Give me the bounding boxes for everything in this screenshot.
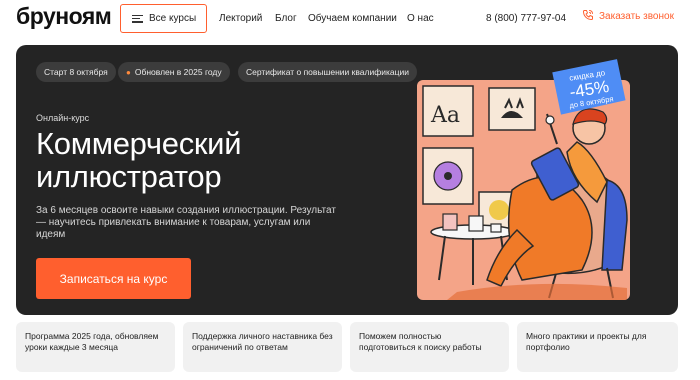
course-kicker: Онлайн-курс bbox=[36, 113, 90, 123]
enroll-button[interactable]: Записаться на курс bbox=[36, 258, 191, 299]
nav-about[interactable]: О нас bbox=[407, 13, 434, 24]
all-courses-button[interactable]: Все курсы bbox=[120, 4, 207, 33]
frame-cat bbox=[488, 87, 536, 131]
svg-text:Aa: Aa bbox=[430, 103, 460, 128]
menu-icon bbox=[132, 14, 143, 23]
discount-badge: скидка до -45% до 8 октября bbox=[549, 58, 627, 116]
nav-blog[interactable]: Блог bbox=[275, 13, 297, 24]
feature-card-program: Программа 2025 года, обновляем уроки каж… bbox=[16, 322, 175, 372]
page-title: Коммерческий иллюстратор bbox=[36, 126, 242, 194]
feature-text: Много практики и проекты для портфолио bbox=[526, 331, 647, 352]
chip-certificate-label: Сертификат о повышении квалификации bbox=[246, 67, 409, 77]
frame-letters: Aa bbox=[422, 85, 474, 137]
chip-start-date: Старт 8 октября bbox=[36, 62, 116, 82]
logo[interactable]: бруноям bbox=[16, 3, 112, 30]
hero-banner: Старт 8 октября ● Обновлен в 2025 году С… bbox=[16, 45, 678, 315]
phone-icon bbox=[582, 9, 594, 24]
feature-card-mentor: Поддержка личного наставника без огранич… bbox=[183, 322, 342, 372]
all-courses-label: Все курсы bbox=[149, 13, 197, 24]
chip-updated: ● Обновлен в 2025 году bbox=[118, 62, 230, 82]
callback-label: Заказать звонок bbox=[599, 11, 674, 22]
callback-button[interactable]: Заказать звонок bbox=[582, 9, 674, 24]
feature-text: Поможем полностью подготовиться к поиску… bbox=[359, 331, 482, 352]
site-header: бруноям Все курсы Лекторий Блог Обучаем … bbox=[0, 0, 700, 38]
chip-start-label: Старт 8 октября bbox=[44, 67, 108, 77]
phone-number[interactable]: 8 (800) 777-97-04 bbox=[486, 13, 566, 24]
nav-lectorium[interactable]: Лекторий bbox=[219, 13, 262, 24]
nav-corporate[interactable]: Обучаем компании bbox=[308, 13, 397, 24]
fire-icon: ● bbox=[126, 67, 131, 77]
chip-updated-label: Обновлен в 2025 году bbox=[134, 67, 222, 77]
course-description: За 6 месяцев освоите навыки создания илл… bbox=[36, 205, 336, 240]
feature-card-practice: Много практики и проекты для портфолио bbox=[517, 322, 678, 372]
frame-flower bbox=[422, 147, 474, 205]
chip-certificate: Сертификат о повышении квалификации bbox=[238, 62, 417, 82]
feature-text: Программа 2025 года, обновляем уроки каж… bbox=[25, 331, 159, 352]
feature-text: Поддержка личного наставника без огранич… bbox=[192, 331, 333, 352]
feature-card-career: Поможем полностью подготовиться к поиску… bbox=[350, 322, 509, 372]
